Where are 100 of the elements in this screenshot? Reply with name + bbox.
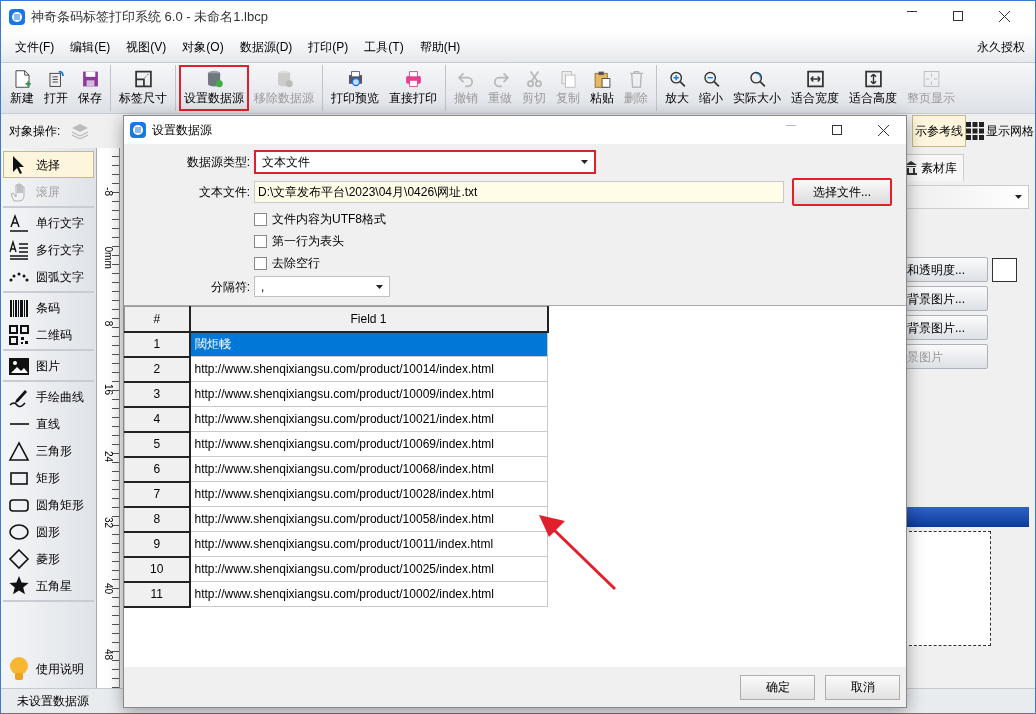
- row-header: 11: [124, 581, 190, 607]
- table-cell: http://www.shenqixiangsu.com/product/10021/index.html: [189, 406, 548, 432]
- row-header: 6: [124, 456, 190, 482]
- checkbox[interactable]: [254, 256, 267, 270]
- maximize-icon[interactable]: [953, 11, 963, 21]
- field-label: 数据源类型:: [185, 154, 251, 171]
- toolbar-button[interactable]: 新建: [5, 65, 39, 111]
- color-swatch[interactable]: [992, 257, 1017, 282]
- caret-icon: [581, 160, 588, 164]
- close-icon[interactable]: [998, 11, 1010, 22]
- close-icon[interactable]: [877, 124, 889, 136]
- panel-button[interactable]: 背景图片...: [904, 315, 988, 340]
- toolbar-button[interactable]: 直接打印: [384, 65, 442, 111]
- table-cell: 閾炬帴: [189, 331, 548, 357]
- app-logo-icon: [9, 8, 25, 25]
- ruler-label: 8: [101, 319, 115, 329]
- grid-icon[interactable]: [966, 122, 984, 140]
- table-cell: http://www.shenqixiangsu.com/product/10025/index.html: [189, 556, 548, 582]
- guides-tab[interactable]: 示参考线: [912, 115, 966, 147]
- tool-item[interactable]: 条码: [3, 294, 94, 321]
- caret-icon: [376, 284, 383, 289]
- line-icon: [9, 422, 29, 425]
- toolbar-button[interactable]: 缩小: [694, 65, 728, 111]
- table-cell: http://www.shenqixiangsu.com/product/10028/index.html: [189, 481, 548, 507]
- tool-item[interactable]: 二维码: [3, 321, 94, 348]
- tool-item[interactable]: 图片: [3, 352, 94, 379]
- checkbox[interactable]: [254, 234, 267, 248]
- toolbar-button[interactable]: 实际大小: [728, 65, 786, 111]
- triangle-icon: [8, 439, 30, 462]
- tool-item[interactable]: 圆角矩形: [3, 491, 94, 518]
- ok-button[interactable]: 确定: [740, 674, 815, 700]
- panel-button[interactable]: 背景图片...: [904, 286, 988, 311]
- star-icon: [8, 574, 30, 597]
- choose-file-button[interactable]: 选择文件...: [792, 178, 892, 206]
- grid-toggle[interactable]: 显示网格: [986, 122, 1034, 140]
- menu-item[interactable]: 编辑(E): [62, 38, 119, 56]
- toolbar-button[interactable]: 保存: [73, 65, 107, 111]
- tool-item[interactable]: 菱形: [3, 545, 94, 572]
- menu-item[interactable]: 打印(P): [300, 38, 357, 56]
- toolbar-button[interactable]: 粘贴: [585, 65, 619, 111]
- ruler-label: 0mm: [101, 246, 115, 269]
- table-cell: http://www.shenqixiangsu.com/product/10002/index.html: [189, 581, 548, 607]
- maximize-icon[interactable]: [832, 124, 842, 135]
- tool-item[interactable]: 三角形: [3, 437, 94, 464]
- toolbar-button[interactable]: 适合高度: [844, 65, 902, 111]
- toolbar-button[interactable]: 设置数据源: [179, 65, 249, 111]
- menu-item[interactable]: 对象(O): [174, 38, 232, 56]
- checkbox[interactable]: [254, 212, 267, 226]
- table-cell: http://www.shenqixiangsu.com/product/10014/index.html: [189, 356, 548, 382]
- toolbar-button[interactable]: 打印预览: [326, 65, 384, 111]
- tool-item[interactable]: 直线: [3, 410, 94, 437]
- separator-dropdown[interactable]: ,: [254, 276, 390, 297]
- toolbar-button[interactable]: 标签尺寸: [114, 65, 172, 111]
- menu-item[interactable]: 帮助(H): [411, 38, 469, 56]
- row-header: 1: [124, 331, 190, 357]
- ruler-label: 32: [101, 515, 115, 530]
- menu-item[interactable]: 文件(F): [7, 38, 63, 56]
- status-text: 未设置数据源: [17, 693, 89, 710]
- row-header: 10: [124, 556, 190, 582]
- ruler-label: 16: [101, 383, 115, 398]
- ruler-label: -8: [101, 185, 115, 198]
- ruler-label: 48: [101, 648, 115, 663]
- qr-code-icon: [8, 323, 30, 346]
- table-cell: http://www.shenqixiangsu.com/product/10009/index.html: [189, 381, 548, 407]
- row-header: 3: [124, 381, 190, 407]
- type-dropdown[interactable]: 文本文件: [254, 150, 596, 174]
- tool-item[interactable]: 圆弧文字: [3, 263, 94, 290]
- checkbox-label: 文件内容为UTF8格式: [272, 211, 386, 228]
- tool-item[interactable]: 选择: [3, 151, 94, 178]
- toolbar-button[interactable]: 打开: [39, 65, 73, 111]
- library-tab[interactable]: 素材库: [904, 154, 964, 181]
- help-button[interactable]: 使用说明: [3, 655, 94, 682]
- dialog-title: 设置数据源: [152, 122, 212, 139]
- tool-item[interactable]: 五角星: [3, 572, 94, 599]
- file-path-field[interactable]: D:\文章发布平台\2023\04月\0426\网址.txt: [254, 181, 784, 203]
- toolbar-button[interactable]: 适合宽度: [786, 65, 844, 111]
- row-header: 7: [124, 481, 190, 507]
- tool-item[interactable]: 多行文字: [3, 236, 94, 263]
- ruler-label: 24: [101, 449, 115, 464]
- tool-item[interactable]: 手绘曲线: [3, 383, 94, 410]
- table-cell: http://www.shenqixiangsu.com/product/10011/index.html: [189, 531, 548, 557]
- tool-item[interactable]: 单行文字: [3, 209, 94, 236]
- app-logo-icon: [130, 122, 146, 138]
- column-header: Field 1: [189, 306, 548, 332]
- tool-item[interactable]: 矩形: [3, 464, 94, 491]
- minimize-icon[interactable]: [786, 124, 796, 126]
- multiline-text-icon: [8, 238, 30, 261]
- cancel-button[interactable]: 取消: [825, 674, 900, 700]
- menu-item[interactable]: 数据源(D): [231, 38, 301, 56]
- menu-item[interactable]: 视图(V): [118, 38, 175, 56]
- diamond-icon: [8, 547, 30, 570]
- field-label: 分隔符:: [209, 278, 251, 296]
- row-header: 9: [124, 531, 190, 557]
- lightbulb-icon: [8, 655, 30, 682]
- row-header: 5: [124, 431, 190, 457]
- panel-button[interactable]: 和透明度...: [904, 257, 988, 282]
- tool-item[interactable]: 圆形: [3, 518, 94, 545]
- ruler-label: 40: [101, 582, 115, 597]
- menu-item[interactable]: 工具(T): [356, 38, 412, 56]
- toolbar-button[interactable]: 放大: [660, 65, 694, 111]
